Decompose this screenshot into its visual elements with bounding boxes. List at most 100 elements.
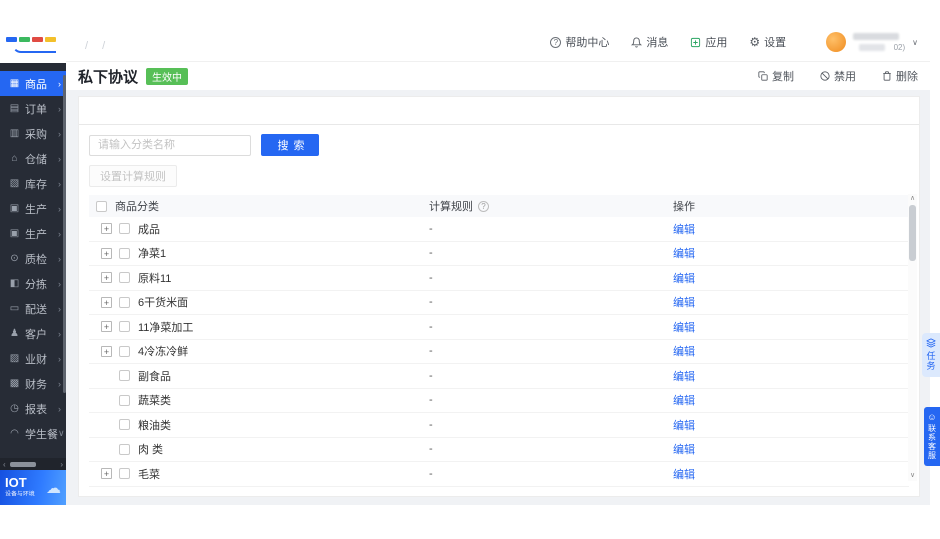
scroll-left-icon[interactable]: ‹ — [3, 460, 6, 469]
sidebar-item[interactable]: ⊙ 质检 › — [0, 246, 66, 271]
breadcrumb-item[interactable] — [95, 40, 112, 52]
expand-plus-icon[interactable] — [101, 468, 112, 480]
gear-icon: ⚙ — [749, 35, 761, 49]
sidebar-item-label: 报表 — [25, 403, 47, 416]
sidebar-item[interactable]: ▣ 生产 › — [0, 196, 66, 221]
row-checkbox[interactable] — [119, 296, 130, 308]
sidebar-item[interactable]: ♟ 客户 › — [0, 321, 66, 346]
scroll-right-icon[interactable]: › — [60, 460, 63, 469]
expand-plus-icon[interactable] — [101, 345, 112, 357]
hscroll-thumb[interactable] — [9, 461, 36, 467]
row-checkbox[interactable] — [119, 345, 130, 357]
sidebar-item[interactable]: ▤ 订单 › — [0, 96, 66, 121]
sidebar-item[interactable]: ◠ 学生餐 ∨ — [0, 421, 66, 446]
row-checkbox[interactable] — [119, 223, 130, 235]
row-checkbox[interactable] — [119, 394, 130, 406]
edit-link[interactable]: 编辑 — [673, 248, 695, 260]
sidebar-item[interactable]: ▨ 业财 › — [0, 346, 66, 371]
edit-link[interactable]: 编辑 — [673, 395, 695, 407]
menu-icon: ◧ — [9, 278, 20, 289]
table-header: 商品分类 计算规则 ? 操作 — [89, 195, 909, 217]
sidebar-item[interactable]: ◷ 报表 › — [0, 396, 66, 421]
edit-link[interactable]: 编辑 — [673, 273, 695, 285]
sidebar-item-label: 生产 — [25, 203, 47, 216]
expand-plus-icon[interactable] — [101, 272, 112, 284]
sidebar-item[interactable]: ▩ 财务 › — [0, 371, 66, 396]
sidebar-item[interactable]: ▧ 库存 › — [0, 171, 66, 196]
sidebar-item[interactable]: ▦ 商品 › — [0, 71, 66, 96]
disable-button[interactable]: 禁用 — [820, 68, 856, 84]
expand-plus-icon[interactable] — [101, 321, 112, 333]
sidebar-item-label: 生产 — [25, 228, 47, 241]
sidebar-item[interactable]: ◧ 分拣 › — [0, 271, 66, 296]
scroll-down-icon[interactable]: ∨ — [908, 471, 917, 481]
search-input[interactable] — [89, 134, 251, 156]
copy-button[interactable]: 复制 — [758, 68, 794, 84]
row-checkbox[interactable] — [119, 272, 130, 284]
row-checkbox[interactable] — [119, 321, 130, 333]
edit-link[interactable]: 编辑 — [673, 420, 695, 432]
iot-subtitle: 设备与环境 — [5, 491, 35, 498]
sidebar-hscrollbar[interactable]: ‹ › — [0, 458, 66, 470]
tasks-widget[interactable]: 任务 — [922, 333, 940, 377]
table-row: 净菜1 - 编辑 — [89, 242, 909, 266]
breadcrumb-item[interactable] — [78, 40, 95, 52]
sidebar-item-label: 财务 — [25, 378, 47, 391]
set-calc-rule-button[interactable]: 设置计算规则 — [89, 165, 177, 187]
category-name: 副食品 — [138, 370, 171, 383]
select-all-checkbox[interactable] — [96, 200, 107, 212]
edit-link[interactable]: 编辑 — [673, 297, 695, 309]
edit-link[interactable]: 编辑 — [673, 469, 695, 481]
edit-link[interactable]: 编辑 — [673, 224, 695, 236]
sidebar-item[interactable]: ▣ 生产 › — [0, 221, 66, 246]
rule-value: - — [429, 222, 433, 235]
settings-button[interactable]: ⚙ 设置 — [749, 34, 786, 50]
edit-link[interactable]: 编辑 — [673, 346, 695, 358]
row-checkbox[interactable] — [119, 419, 130, 431]
tasks-label: 任务 — [925, 351, 936, 371]
category-name: 肉 类 — [138, 444, 164, 457]
table-row: 副食品 - 编辑 — [89, 364, 909, 389]
category-name: 11净菜加工 — [138, 321, 194, 334]
row-checkbox[interactable] — [119, 370, 130, 382]
customer-service-widget[interactable]: ☺ 联系客服 — [924, 407, 940, 466]
scroll-up-icon[interactable]: ∧ — [908, 194, 917, 204]
logo-swoosh-icon — [12, 44, 56, 53]
rule-value: - — [429, 320, 433, 333]
help-circle-icon[interactable]: ? — [478, 200, 489, 212]
messages-button[interactable]: 消息 — [631, 34, 668, 50]
iot-title: IOT — [5, 475, 27, 490]
chevron-right-icon: › — [58, 253, 61, 264]
chevron-right-icon: › — [58, 403, 61, 414]
header-actions: ? 帮助中心 消息 应用 ⚙ 设置 02) ∨ — [550, 32, 918, 52]
copy-icon — [758, 71, 768, 81]
row-checkbox[interactable] — [119, 247, 130, 259]
row-checkbox[interactable] — [119, 468, 130, 480]
table-scrollbar[interactable]: ∧ ∨ — [908, 194, 917, 481]
edit-link[interactable]: 编辑 — [673, 322, 695, 334]
sidebar-item[interactable]: ▭ 配送 › — [0, 296, 66, 321]
search-button[interactable]: 搜索 — [261, 134, 319, 156]
service-label: 联系客服 — [927, 424, 937, 460]
layers-icon — [926, 338, 936, 348]
apps-button[interactable]: 应用 — [690, 34, 727, 50]
iot-banner[interactable]: IOT 设备与环境 ☁ — [0, 470, 66, 505]
expand-plus-icon[interactable] — [101, 296, 112, 308]
service-smiley-icon: ☺ — [927, 412, 937, 422]
expand-plus-icon[interactable] — [101, 223, 112, 235]
content-card: 搜索 设置计算规则 商品分类 计算规则 ? — [78, 96, 920, 497]
edit-link[interactable]: 编辑 — [673, 444, 695, 456]
sidebar-item-label: 库存 — [25, 178, 47, 191]
expand-plus-icon[interactable] — [101, 247, 112, 259]
chevron-right-icon: ∨ — [58, 428, 65, 438]
vscroll-thumb[interactable] — [909, 205, 916, 261]
user-menu[interactable]: 02) ∨ — [826, 32, 918, 52]
row-checkbox[interactable] — [119, 443, 130, 455]
menu-icon: ▤ — [9, 103, 20, 114]
help-center-button[interactable]: ? 帮助中心 — [550, 34, 609, 50]
tab-panel: 搜索 设置计算规则 商品分类 计算规则 ? — [79, 125, 919, 487]
delete-button[interactable]: 删除 — [882, 68, 918, 84]
edit-link[interactable]: 编辑 — [673, 371, 695, 383]
sidebar-item[interactable]: ⌂ 仓储 › — [0, 146, 66, 171]
sidebar-item[interactable]: ▥ 采购 › — [0, 121, 66, 146]
